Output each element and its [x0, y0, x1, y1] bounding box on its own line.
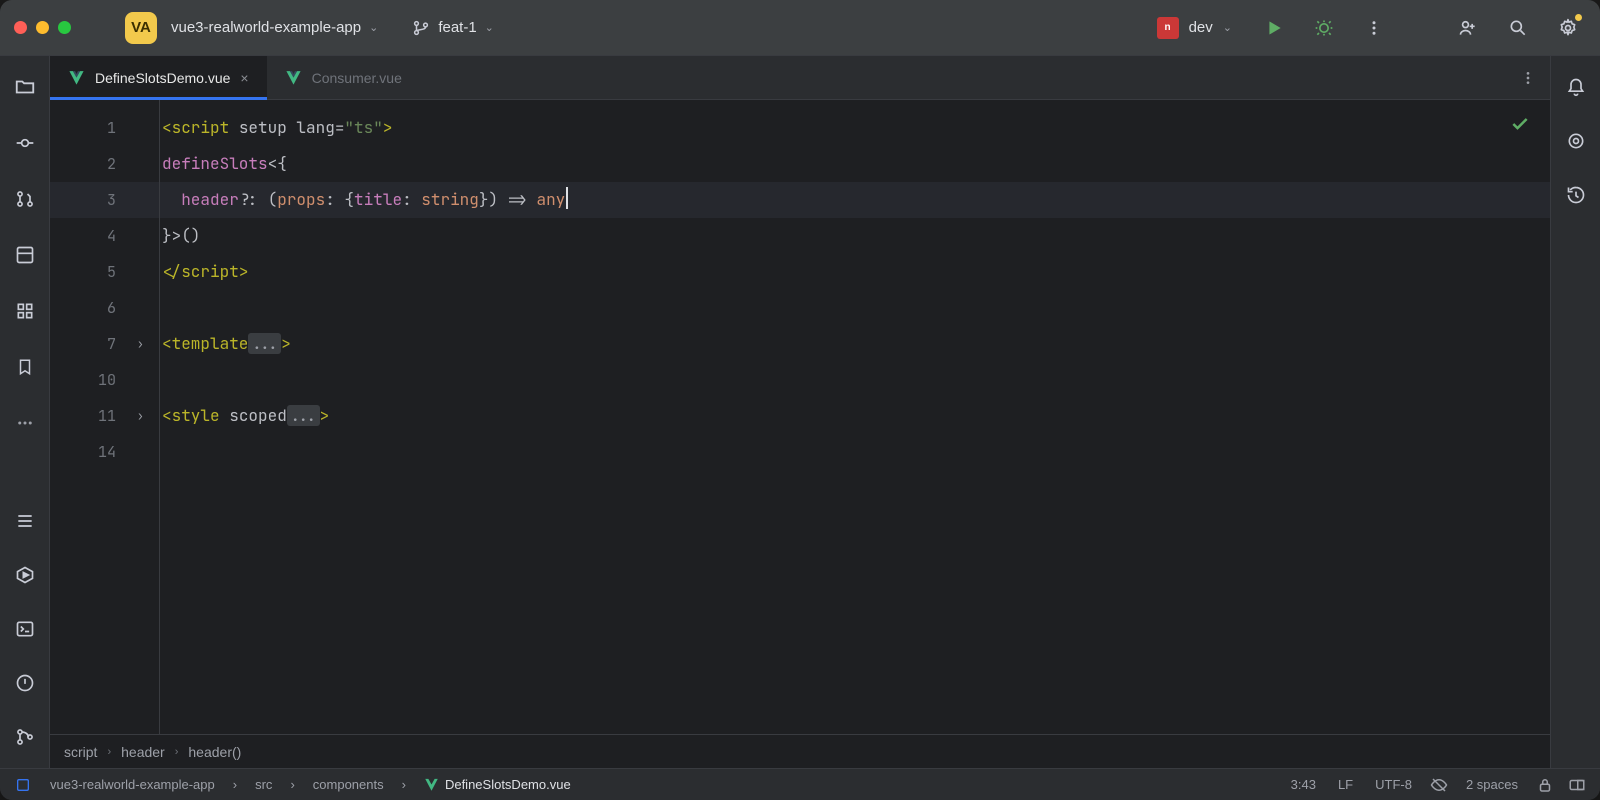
close-window[interactable]: [14, 21, 27, 34]
text-caret: [566, 187, 568, 209]
chevron-right-icon: ›: [290, 777, 294, 792]
code-with-me-button[interactable]: [1450, 10, 1486, 46]
folded-region[interactable]: ...: [287, 405, 320, 426]
fold-toggle-icon[interactable]: ›: [137, 336, 144, 352]
tab-label: DefineSlotsDemo.vue: [95, 70, 230, 86]
readonly-toggle-icon[interactable]: [1536, 776, 1554, 794]
breadcrumb-item[interactable]: header(): [188, 744, 241, 760]
branch-name: feat-1: [438, 19, 476, 36]
terminal-tool-button[interactable]: [12, 616, 38, 642]
status-project[interactable]: vue3-realworld-example-app: [46, 777, 219, 792]
breadcrumb: script › header › header(): [50, 734, 1550, 768]
tab-overflow-button[interactable]: [1506, 56, 1550, 99]
folded-region[interactable]: ...: [248, 333, 281, 354]
ai-assistant-tool-button[interactable]: [1563, 128, 1589, 154]
status-line-separator[interactable]: LF: [1334, 777, 1357, 792]
gutter: 1 2 3 4 5 6 7› 10 11› 14: [50, 100, 160, 734]
run-config-label: dev: [1189, 19, 1213, 36]
status-indent[interactable]: 2 spaces: [1462, 777, 1522, 792]
notifications-tool-button[interactable]: [1563, 74, 1589, 100]
run-button[interactable]: [1256, 10, 1292, 46]
chevron-right-icon: ›: [402, 777, 406, 792]
branch-icon: [412, 19, 430, 37]
tab-consumer[interactable]: Consumer.vue: [267, 56, 420, 99]
code-area[interactable]: <script setup lang="ts"> defineSlots<{ h…: [160, 100, 1550, 734]
gutter-line[interactable]: 6: [50, 290, 160, 326]
services-tool-button[interactable]: [12, 298, 38, 324]
titlebar: VA vue3-realworld-example-app ⌄ feat-1 ⌄…: [0, 0, 1600, 56]
status-path-file[interactable]: DefineSlotsDemo.vue: [420, 777, 575, 792]
minimize-window[interactable]: [36, 21, 49, 34]
breadcrumb-item[interactable]: script: [64, 744, 97, 760]
gutter-line[interactable]: 14: [50, 434, 160, 470]
close-tab-icon[interactable]: ×: [240, 70, 248, 86]
run-tool-button[interactable]: [12, 562, 38, 588]
tab-define-slots-demo[interactable]: DefineSlotsDemo.vue ×: [50, 56, 267, 99]
status-encoding[interactable]: UTF-8: [1371, 777, 1416, 792]
right-tool-strip: [1550, 56, 1600, 768]
chevron-right-icon: ›: [233, 777, 237, 792]
status-bar: vue3-realworld-example-app › src › compo…: [0, 768, 1600, 800]
gutter-line[interactable]: 4: [50, 218, 160, 254]
no-preview-icon[interactable]: [1430, 776, 1448, 794]
npm-icon: n: [1157, 17, 1179, 39]
vue-file-icon: [285, 69, 302, 86]
project-status-icon[interactable]: [14, 776, 32, 794]
chevron-down-icon: ⌄: [1223, 21, 1232, 34]
status-more-icon[interactable]: [1568, 776, 1586, 794]
gutter-line[interactable]: 11›: [50, 398, 160, 434]
zoom-window[interactable]: [58, 21, 71, 34]
gutter-line[interactable]: 1: [50, 110, 160, 146]
commit-tool-button[interactable]: [12, 130, 38, 156]
project-name-label: vue3-realworld-example-app: [171, 19, 361, 36]
fold-toggle-icon[interactable]: ›: [137, 408, 144, 424]
structure-tool-button[interactable]: [12, 242, 38, 268]
more-tool-windows-button[interactable]: [12, 410, 38, 436]
problems-tool-button[interactable]: [12, 670, 38, 696]
chevron-down-icon: ⌄: [369, 21, 378, 34]
bookmarks-tool-button[interactable]: [12, 354, 38, 380]
left-tool-strip: [0, 56, 50, 768]
more-actions-button[interactable]: [1356, 10, 1392, 46]
vcs-tool-button[interactable]: [12, 724, 38, 750]
gutter-line[interactable]: 10: [50, 362, 160, 398]
chevron-down-icon: ⌄: [485, 21, 494, 34]
vue-file-icon: [424, 777, 439, 792]
run-config-selector[interactable]: n dev ⌄: [1157, 17, 1232, 39]
window-controls: [14, 21, 71, 34]
status-cursor-pos[interactable]: 3:43: [1287, 777, 1320, 792]
branch-selector[interactable]: feat-1 ⌄: [412, 19, 494, 37]
search-everywhere-button[interactable]: [1500, 10, 1536, 46]
vue-file-icon: [68, 69, 85, 86]
project-tool-button[interactable]: [12, 74, 38, 100]
editor[interactable]: 1 2 3 4 5 6 7› 10 11› 14 <script setup l…: [50, 100, 1550, 734]
editor-tabs: DefineSlotsDemo.vue × Consumer.vue: [50, 56, 1550, 100]
status-path-seg[interactable]: src: [251, 777, 276, 792]
tab-label: Consumer.vue: [312, 70, 402, 86]
gutter-line[interactable]: 5: [50, 254, 160, 290]
debug-button[interactable]: [1306, 10, 1342, 46]
recent-tool-button[interactable]: [1563, 182, 1589, 208]
pull-requests-tool-button[interactable]: [12, 186, 38, 212]
gutter-line[interactable]: 2: [50, 146, 160, 182]
gutter-line[interactable]: 7›: [50, 326, 160, 362]
inspection-status-icon[interactable]: [1510, 114, 1530, 134]
chevron-right-icon: ›: [107, 746, 111, 758]
status-path-seg[interactable]: components: [309, 777, 388, 792]
gutter-line[interactable]: 3: [50, 182, 160, 218]
project-selector[interactable]: vue3-realworld-example-app ⌄: [171, 19, 378, 36]
breadcrumb-item[interactable]: header: [121, 744, 165, 760]
settings-button[interactable]: [1550, 10, 1586, 46]
todo-tool-button[interactable]: [12, 508, 38, 534]
chevron-right-icon: ›: [175, 746, 179, 758]
project-badge[interactable]: VA: [125, 12, 157, 44]
